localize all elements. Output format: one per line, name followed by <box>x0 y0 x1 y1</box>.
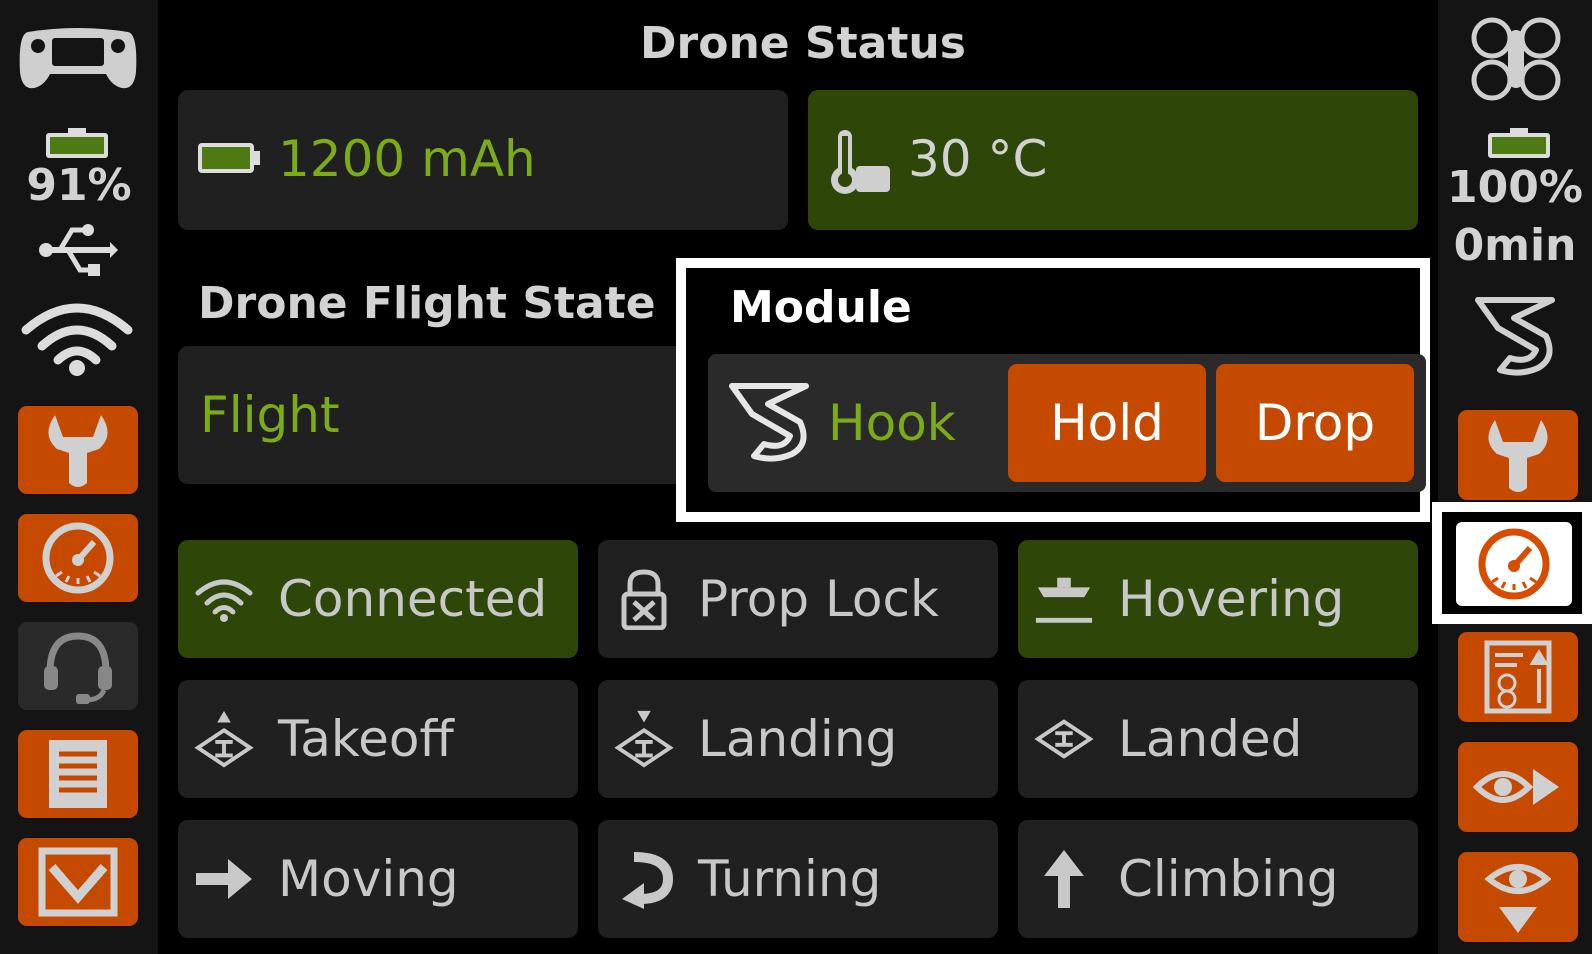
turn-icon <box>622 852 674 909</box>
flight-state-label: Drone Flight State <box>198 278 656 329</box>
nav-document-button[interactable] <box>18 730 138 818</box>
landed-icon <box>1034 719 1094 759</box>
usb-icon <box>39 224 118 276</box>
drone-battery-percent: 100% <box>1447 162 1583 213</box>
eye-down-icon <box>1485 864 1551 933</box>
thermometer-icon <box>831 130 890 194</box>
headset-icon <box>44 632 112 704</box>
controller-battery-icon <box>46 128 108 158</box>
gauge-selected-frame <box>1432 502 1592 624</box>
gauge-icon <box>42 522 114 594</box>
hook-module-icon <box>729 383 809 462</box>
drone-info-icon <box>1484 640 1552 714</box>
gauge-icon <box>1478 528 1550 600</box>
drone-battery-icon <box>1488 128 1550 158</box>
nav-eye-down-button[interactable] <box>1458 852 1578 942</box>
nav-headset-button[interactable] <box>18 622 138 710</box>
wifi-icon <box>21 303 133 376</box>
battery-capacity-value: 1200 mAh <box>278 130 536 188</box>
status-tile-takeoff: Takeoff <box>178 680 578 798</box>
status-tile-hovering: Hovering <box>1018 540 1418 658</box>
module-title: Module <box>730 282 912 333</box>
status-tile-landing: Landing <box>598 680 998 798</box>
lock-icon <box>621 569 667 630</box>
takeoff-icon <box>194 710 254 768</box>
wrench-icon <box>48 415 108 487</box>
controller-battery-percent: 91% <box>26 160 132 211</box>
hovering-icon <box>1035 577 1093 623</box>
flight-state-value: Flight <box>200 386 340 444</box>
landing-icon <box>614 710 674 768</box>
temperature-panel: 30 °C <box>808 90 1418 230</box>
status-tile-label: Prop Lock <box>698 570 939 628</box>
status-tile-label: Turning <box>698 850 882 908</box>
page-title: Drone Status <box>640 18 966 69</box>
drone-time-remaining: 0min <box>1453 220 1577 271</box>
status-tile-label: Hovering <box>1118 570 1345 628</box>
document-icon <box>49 740 107 808</box>
status-tile-prop-lock: Prop Lock <box>598 540 998 658</box>
module-popup: Module Hook Hold Drop <box>676 258 1430 522</box>
status-tile-landed: Landed <box>1018 680 1418 798</box>
left-sidebar: 91% <box>0 0 158 954</box>
module-bar: Hook Hold Drop <box>708 354 1426 492</box>
battery-icon <box>198 143 260 173</box>
arrow-right-icon <box>196 859 252 899</box>
status-tile-label: Climbing <box>1118 850 1339 908</box>
hook-module-icon <box>1475 297 1555 376</box>
nav-gauge-button[interactable] <box>1456 522 1572 606</box>
wrench-icon <box>1488 420 1548 492</box>
status-tile-moving: Moving <box>178 820 578 938</box>
nav-eye-forward-button[interactable] <box>1458 742 1578 832</box>
nav-wrench-button[interactable] <box>1458 410 1578 500</box>
eye-forward-icon <box>1473 769 1559 805</box>
arrow-up-icon <box>1044 850 1084 908</box>
status-tile-connected: Connected <box>178 540 578 658</box>
status-tile-label: Landing <box>698 710 898 768</box>
battery-capacity-panel: 1200 mAh <box>178 90 788 230</box>
nav-gauge-button[interactable] <box>18 514 138 602</box>
nav-wrench-button[interactable] <box>18 406 138 494</box>
drone-icon <box>1471 17 1561 101</box>
download-icon <box>38 847 118 917</box>
status-tile-turning: Turning <box>598 820 998 938</box>
controller-icon <box>19 28 137 89</box>
status-tile-label: Landed <box>1118 710 1303 768</box>
temperature-value: 30 °C <box>908 130 1048 188</box>
nav-download-button[interactable] <box>18 838 138 926</box>
right-sidebar: 100% 0min <box>1432 0 1592 954</box>
drop-button[interactable]: Drop <box>1216 364 1414 482</box>
nav-drone-info-button[interactable] <box>1458 632 1578 722</box>
status-tile-label: Connected <box>278 570 548 628</box>
hold-button[interactable]: Hold <box>1008 364 1206 482</box>
status-tile-label: Takeoff <box>278 710 454 768</box>
wifi-icon <box>195 579 253 622</box>
status-tile-label: Moving <box>278 850 459 908</box>
module-name: Hook <box>828 394 956 452</box>
status-tile-climbing: Climbing <box>1018 820 1418 938</box>
